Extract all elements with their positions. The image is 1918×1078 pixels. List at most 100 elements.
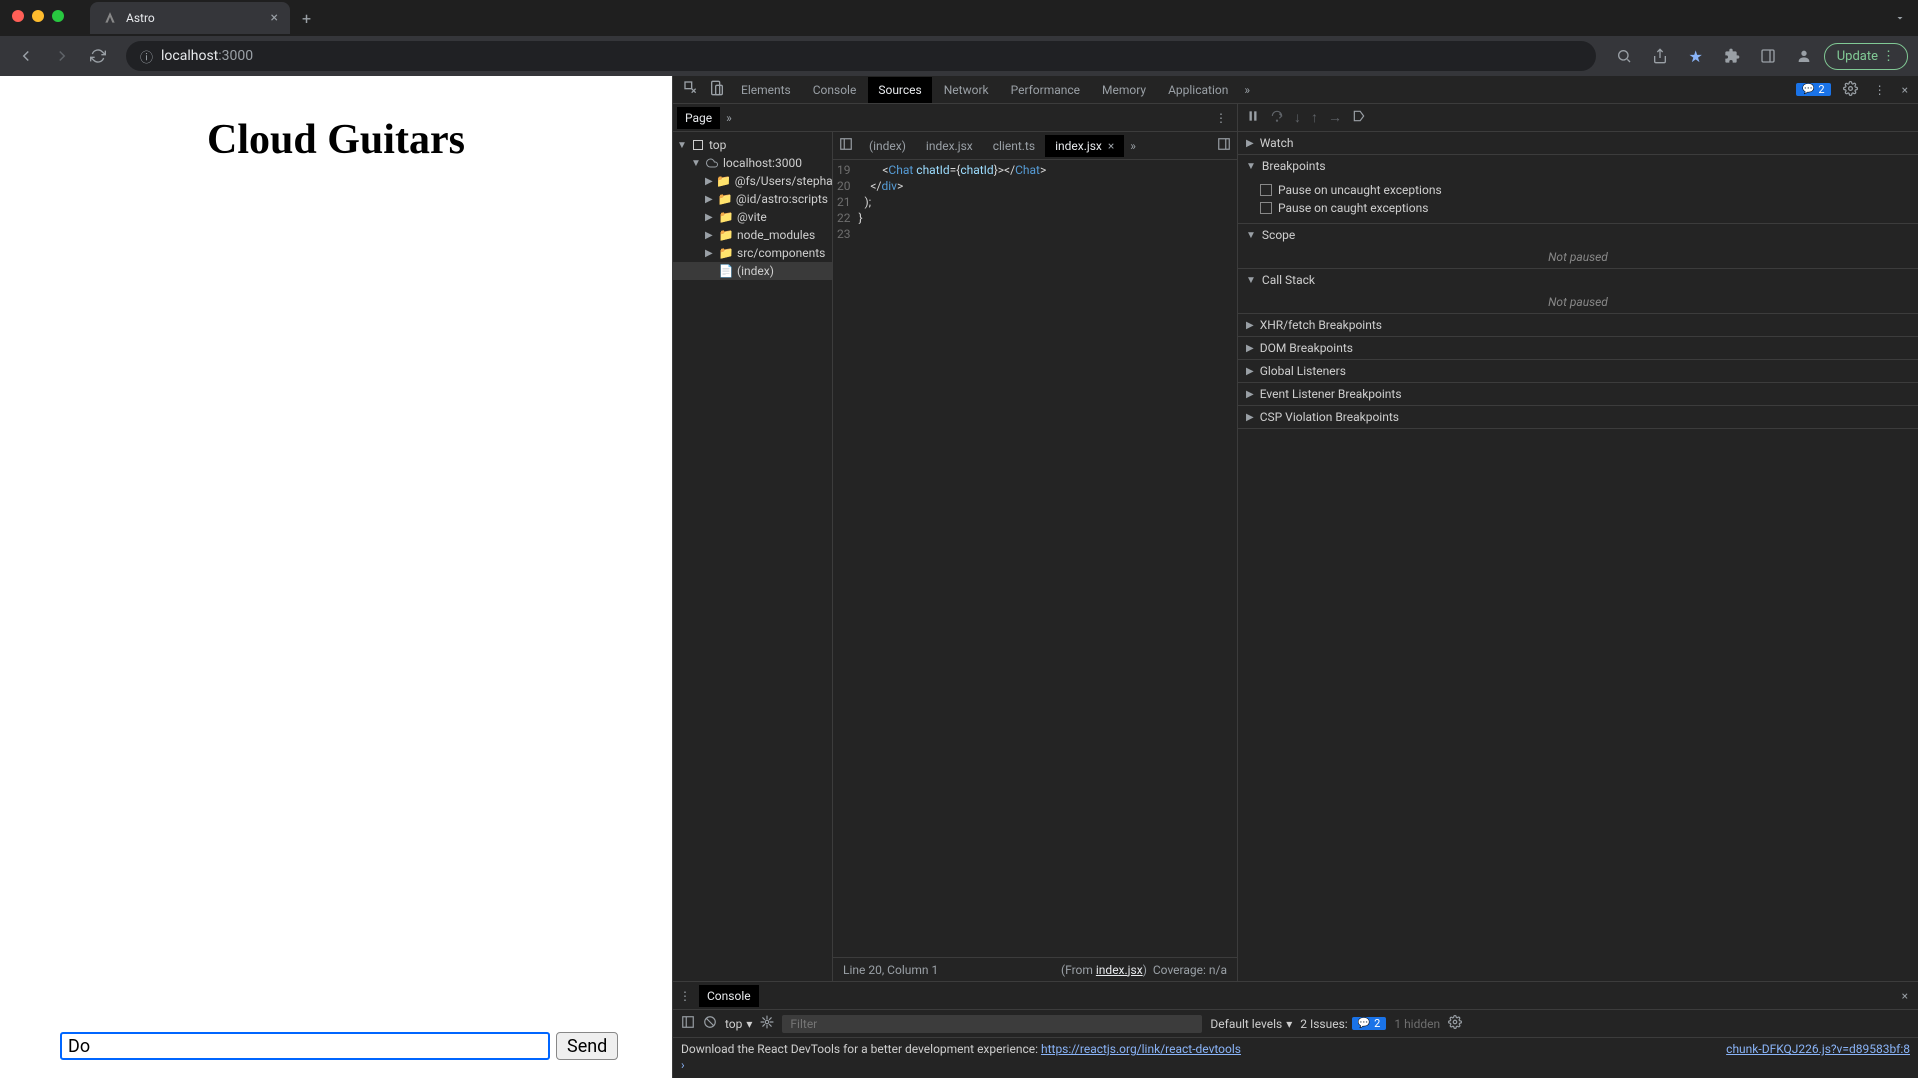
more-editor-tabs-icon[interactable]: » [1130, 139, 1136, 153]
file-icon: 📄 [719, 264, 733, 278]
tree-host[interactable]: ▼ localhost:3000 [673, 154, 832, 172]
expand-arrow-icon[interactable]: ▶ [705, 194, 714, 205]
editor-tab[interactable]: index.jsx [916, 135, 983, 157]
toggle-debugger-icon[interactable] [1217, 137, 1231, 154]
event-bp-section-header[interactable]: ▶Event Listener Breakpoints [1238, 383, 1918, 405]
zoom-icon[interactable] [1608, 40, 1640, 72]
clear-console-icon[interactable] [703, 1015, 717, 1032]
editor-tab[interactable]: (index) [859, 135, 916, 157]
settings-gear-icon[interactable] [1839, 77, 1862, 103]
tab-console[interactable]: Console [803, 77, 867, 103]
step-over-button[interactable] [1270, 109, 1284, 127]
scope-section-header[interactable]: ▼Scope [1238, 224, 1918, 246]
toggle-navigator-icon[interactable] [839, 137, 853, 154]
more-subtabs-icon[interactable]: » [726, 111, 732, 125]
more-tabs-icon[interactable]: » [1240, 79, 1254, 101]
editor-tab[interactable]: index.jsx× [1045, 135, 1124, 157]
from-file-link[interactable]: index.jsx [1096, 963, 1143, 977]
tree-file[interactable]: 📄 (index) [673, 262, 832, 280]
close-drawer-icon[interactable]: × [1898, 985, 1912, 1007]
drawer-kebab-icon[interactable]: ⋮ [679, 989, 691, 1003]
chat-input[interactable] [60, 1032, 550, 1060]
tab-memory[interactable]: Memory [1092, 77, 1156, 103]
dom-bp-section-header[interactable]: ▶DOM Breakpoints [1238, 337, 1918, 359]
pause-button[interactable] [1246, 109, 1260, 127]
minimize-window-button[interactable] [32, 10, 44, 22]
console-prompt[interactable]: › [681, 1056, 1910, 1074]
tree-folder[interactable]: ▶ 📁 @id/astro:scripts [673, 190, 832, 208]
reload-button[interactable] [82, 40, 114, 72]
callstack-section-header[interactable]: ▼Call Stack [1238, 269, 1918, 291]
back-button[interactable] [10, 40, 42, 72]
global-listeners-section-header[interactable]: ▶Global Listeners [1238, 360, 1918, 382]
tree-folder[interactable]: ▶ 📁 src/components [673, 244, 832, 262]
address-bar[interactable]: ⓘ localhost:3000 [126, 41, 1596, 71]
side-panel-icon[interactable] [1752, 40, 1784, 72]
watch-section-header[interactable]: ▶Watch [1238, 132, 1918, 154]
expand-arrow-icon[interactable]: ▼ [691, 158, 701, 169]
tree-folder[interactable]: ▶ 📁 node_modules [673, 226, 832, 244]
expand-arrow-icon[interactable]: ▶ [705, 176, 713, 187]
close-devtools-icon[interactable]: × [1898, 79, 1912, 101]
browser-tab[interactable]: Astro × [90, 2, 290, 34]
tab-elements[interactable]: Elements [731, 77, 801, 103]
console-drawer-tab[interactable]: Console [699, 985, 759, 1007]
new-tab-button[interactable]: + [302, 9, 311, 28]
expand-arrow-icon[interactable]: ▶ [705, 248, 715, 259]
send-button[interactable]: Send [556, 1032, 618, 1060]
tree-folder[interactable]: ▶ 📁 @vite [673, 208, 832, 226]
page-subtab[interactable]: Page [677, 107, 720, 129]
issues-badge[interactable]: 2 [1796, 83, 1831, 96]
forward-button[interactable] [46, 40, 78, 72]
deactivate-breakpoints-button[interactable] [1352, 109, 1366, 127]
frame-icon [691, 138, 705, 152]
site-info-icon[interactable]: ⓘ [140, 47, 153, 66]
live-expression-icon[interactable] [760, 1015, 774, 1032]
pause-caught-checkbox[interactable]: Pause on caught exceptions [1260, 199, 1910, 217]
pause-uncaught-checkbox[interactable]: Pause on uncaught exceptions [1260, 181, 1910, 199]
editor-tab[interactable]: client.ts [983, 135, 1045, 157]
extensions-icon[interactable] [1716, 40, 1748, 72]
step-button[interactable]: → [1328, 109, 1342, 126]
share-icon[interactable] [1644, 40, 1676, 72]
toggle-sidebar-icon[interactable] [681, 1015, 695, 1032]
expand-arrow-icon[interactable]: ▶ [705, 230, 715, 241]
close-tab-icon[interactable]: × [271, 10, 278, 26]
breakpoints-section-header[interactable]: ▼Breakpoints [1238, 155, 1918, 177]
csp-bp-section-header[interactable]: ▶CSP Violation Breakpoints [1238, 406, 1918, 428]
console-message-link[interactable]: https://reactjs.org/link/react-devtools [1041, 1042, 1241, 1056]
bookmark-star-icon[interactable]: ★ [1680, 40, 1712, 72]
tab-network[interactable]: Network [934, 77, 999, 103]
inspect-icon[interactable] [679, 76, 703, 103]
update-button[interactable]: Update ⋮ [1824, 43, 1908, 70]
code-content[interactable]: <Chat chatId={chatId}></Chat> </div> ); … [859, 160, 1238, 957]
profile-icon[interactable] [1788, 40, 1820, 72]
console-context-dropdown[interactable]: top ▾ [725, 1017, 752, 1031]
step-out-button[interactable]: ↑ [1311, 109, 1318, 126]
tree-folder[interactable]: ▶ 📁 @fs/Users/stepha [673, 172, 832, 190]
kebab-icon[interactable]: ⋮ [1870, 79, 1890, 101]
console-filter-input[interactable] [782, 1015, 1202, 1033]
device-toggle-icon[interactable] [705, 76, 729, 103]
console-output[interactable]: Download the React DevTools for a better… [673, 1038, 1918, 1078]
subtab-kebab-icon[interactable]: ⋮ [1215, 111, 1227, 125]
maximize-window-button[interactable] [52, 10, 64, 22]
tab-application[interactable]: Application [1158, 77, 1238, 103]
log-levels-dropdown[interactable]: Default levels ▾ [1210, 1017, 1292, 1031]
hidden-count[interactable]: 1 hidden [1394, 1017, 1440, 1031]
code-editor[interactable]: 1920212223 <Chat chatId={chatId}></Chat>… [833, 160, 1237, 957]
console-settings-icon[interactable] [1448, 1015, 1462, 1032]
tab-performance[interactable]: Performance [1001, 77, 1090, 103]
step-into-button[interactable]: ↓ [1294, 109, 1301, 126]
sources-subtab-row: Page » ⋮ [673, 104, 1237, 132]
tab-sources[interactable]: Sources [868, 77, 931, 103]
console-issues-link[interactable]: 2 Issues: 2 [1300, 1017, 1386, 1031]
close-editor-tab-icon[interactable]: × [1108, 139, 1114, 153]
tree-root[interactable]: ▼ top [673, 136, 832, 154]
tab-list-dropdown-icon[interactable] [1894, 9, 1906, 28]
xhr-bp-section-header[interactable]: ▶XHR/fetch Breakpoints [1238, 314, 1918, 336]
expand-arrow-icon[interactable]: ▶ [705, 212, 715, 223]
expand-arrow-icon[interactable]: ▼ [677, 140, 687, 151]
close-window-button[interactable] [12, 10, 24, 22]
console-source-link[interactable]: chunk-DFKQJ226.js?v=d89583bf:8 [1726, 1042, 1910, 1056]
